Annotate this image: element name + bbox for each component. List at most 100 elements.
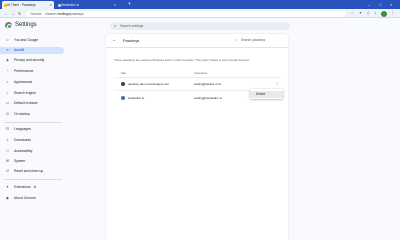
- passkeys-title: Passkeys: [123, 38, 140, 43]
- site-favicon-icon: [121, 82, 125, 86]
- sidebar-divider: [4, 122, 62, 123]
- menu-kebab-icon[interactable]: ⋮: [390, 11, 395, 16]
- minimize-icon[interactable]: –: [368, 0, 370, 9]
- reload-icon[interactable]: ↻: [18, 9, 21, 18]
- close-window-icon[interactable]: ×: [390, 0, 392, 9]
- sidebar-item-on-startup[interactable]: ⏻ On startup: [0, 111, 64, 118]
- url-text: chrome://settings/passkeys: [45, 11, 84, 16]
- passkey-username: testing@webauthn.io: [194, 96, 223, 100]
- sidebar-item-label: Appearance: [14, 80, 33, 84]
- sidebar-item-label: About Chrome: [14, 196, 36, 200]
- tab-close-icon[interactable]: ×: [114, 1, 116, 9]
- back-arrow-icon[interactable]: ←: [112, 37, 117, 42]
- person-icon: ☺: [5, 38, 10, 42]
- tab-passkeys[interactable]: Hi There - Passkeys ×: [2, 1, 54, 9]
- card-divider: [106, 47, 288, 48]
- accessibility-icon: ⚇: [5, 149, 10, 153]
- tab-favicon-icon: [3, 3, 7, 7]
- sidebar-item-reset[interactable]: ↺ Reset and clean up: [0, 168, 64, 175]
- speedometer-icon: ◔: [6, 69, 9, 73]
- passkey-site: webauthn.io: [128, 96, 145, 100]
- passkey-username: testing@webn1.com: [194, 82, 222, 86]
- sidebar-item-appearance[interactable]: ◐ Appearance: [0, 79, 64, 86]
- puzzle-icon: ✦: [5, 185, 9, 189]
- sidebar-item-label: Performance: [14, 69, 34, 73]
- settings-sidebar: ☺ You and Google ≡ Autofill ◈ Privacy and s…: [0, 34, 66, 240]
- wrench-icon: ⚒: [5, 159, 10, 163]
- tab-label: WebAuthn.io: [61, 3, 80, 7]
- passkey-row: passkey-demo.herokuapp.com testing@webn1…: [106, 79, 288, 89]
- side-panel-icon[interactable]: ▯: [366, 11, 371, 16]
- power-icon: ⏻: [6, 112, 9, 116]
- sidebar-item-label: Extensions: [14, 185, 31, 189]
- settings-logo-icon: [5, 22, 12, 29]
- profile-avatar[interactable]: [381, 10, 387, 17]
- sidebar-item-you-and-google[interactable]: ☺ You and Google: [0, 37, 64, 44]
- delete-menu-item[interactable]: Delete: [250, 90, 283, 98]
- sidebar-item-label: You and Google: [14, 38, 39, 42]
- sidebar-item-accessibility[interactable]: ⚇ Accessibility: [0, 148, 64, 155]
- sidebar-item-search-engine[interactable]: ⌕ Search engine: [0, 90, 64, 97]
- extensions-icon[interactable]: ✦: [358, 11, 363, 16]
- sidebar-item-label: Reset and clean up: [14, 169, 44, 173]
- passkeys-info-text: These passkeys are saved to Windows Hell…: [114, 58, 250, 62]
- passkeys-card: ← Passkeys ⌕ Search passkeys These passk…: [106, 34, 288, 240]
- sidebar-item-label: Downloads: [14, 138, 31, 142]
- passkeys-search-input[interactable]: ⌕ Search passkeys: [234, 37, 286, 44]
- column-header-username: Username: [194, 71, 208, 75]
- sidebar-item-label: Languages: [14, 127, 31, 131]
- sidebar-item-autofill[interactable]: ≡ Autofill: [0, 47, 64, 54]
- column-header-site: Site: [121, 71, 126, 75]
- page-title: Settings: [15, 22, 37, 28]
- search-placeholder: Search settings: [120, 23, 144, 28]
- search-icon: ⌕: [6, 91, 9, 95]
- sidebar-item-label: Privacy and security: [14, 58, 45, 62]
- sidebar-item-about-chrome[interactable]: ◉ About Chrome: [0, 195, 64, 202]
- tab-webauthn[interactable]: WebAuthn.io ×: [56, 1, 118, 9]
- sidebar-item-label: Autofill: [14, 48, 25, 52]
- passkey-site: passkey-demo.herokuapp.com: [128, 82, 170, 86]
- sidebar-item-label: System: [14, 159, 26, 163]
- shield-icon: ◈: [6, 58, 9, 62]
- chrome-logo-icon: ◉: [5, 196, 10, 200]
- sidebar-item-default-browser[interactable]: ▭ Default browser: [0, 100, 64, 107]
- sidebar-item-label: On startup: [14, 112, 30, 116]
- passkeys-search-placeholder: Search passkeys: [241, 38, 266, 42]
- sidebar-item-label: Search engine: [14, 91, 36, 95]
- site-chip: Chrome: [30, 11, 42, 16]
- sidebar-divider: [4, 179, 62, 180]
- tab-strip: Hi There - Passkeys × WebAuthn.io × + – …: [0, 0, 400, 9]
- search-icon: ⌕: [235, 38, 238, 42]
- site-favicon-icon: [121, 96, 125, 100]
- tab-close-icon[interactable]: ×: [50, 1, 52, 9]
- sidebar-item-downloads[interactable]: ⤓ Downloads: [0, 137, 64, 144]
- sidebar-item-label: Accessibility: [14, 149, 33, 153]
- back-icon[interactable]: ←: [4, 9, 8, 18]
- address-bar[interactable]: Chrome chrome://settings/passkeys: [26, 10, 346, 17]
- sidebar-item-performance[interactable]: ◔ Performance: [0, 68, 64, 75]
- tab-favicon-icon: [57, 3, 61, 7]
- more-actions-icon[interactable]: ⋮: [275, 81, 279, 86]
- forward-icon[interactable]: →: [11, 9, 15, 18]
- search-icon: ⌕: [114, 23, 117, 28]
- reset-icon: ↺: [5, 169, 9, 173]
- palette-icon: ◐: [6, 80, 9, 84]
- sidebar-item-extensions[interactable]: ✦ Extensions ⧉: [0, 184, 64, 191]
- sidebar-item-languages[interactable]: ☷ Languages: [0, 126, 64, 133]
- sidebar-item-privacy[interactable]: ◈ Privacy and security: [0, 57, 64, 64]
- settings-search-input[interactable]: ⌕ Search settings: [110, 21, 290, 30]
- sidebar-item-label: Default browser: [14, 101, 38, 105]
- settings-header: Settings ⌕ Search settings: [0, 18, 400, 34]
- download-icon: ⤓: [6, 138, 9, 142]
- downloads-icon[interactable]: ⤓: [373, 11, 378, 16]
- new-tab-button[interactable]: +: [128, 0, 131, 9]
- maximize-icon[interactable]: □: [379, 0, 381, 9]
- browser-icon: ▭: [5, 101, 10, 105]
- tab-label: Hi There - Passkeys: [7, 3, 36, 7]
- bookmark-star-icon[interactable]: ☆: [350, 11, 355, 16]
- passkey-context-menu: Delete: [250, 89, 283, 99]
- browser-toolbar: ← → ↻ Chrome chrome://settings/passkeys …: [0, 9, 400, 18]
- external-link-icon: ⧉: [33, 185, 37, 189]
- globe-icon: ☷: [5, 127, 10, 131]
- sidebar-item-system[interactable]: ⚒ System: [0, 158, 64, 165]
